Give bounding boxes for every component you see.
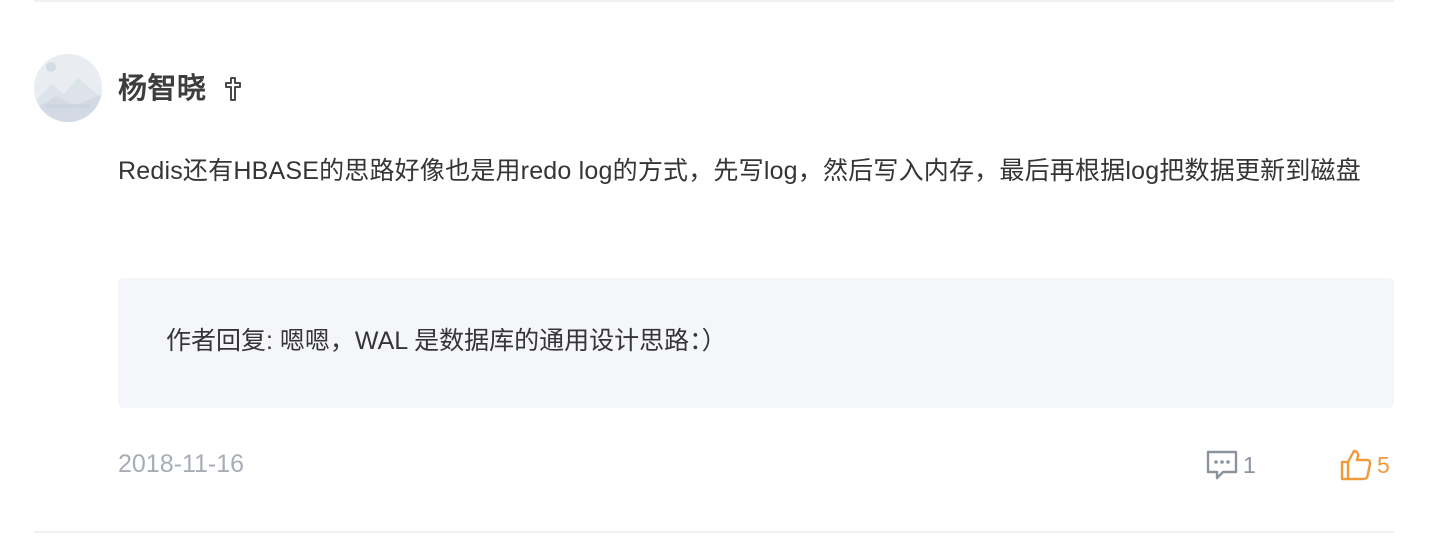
comment-bubble-icon xyxy=(1206,450,1238,480)
reply-count: 1 xyxy=(1243,451,1256,478)
reply-button[interactable]: 1 xyxy=(1205,448,1256,482)
author-reply-box: 作者回复: 嗯嗯，WAL 是数据库的通用设计思路：） xyxy=(118,278,1394,408)
avatar[interactable] xyxy=(34,54,102,122)
comment-date: 2018-11-16 xyxy=(118,450,245,478)
bottom-divider xyxy=(34,531,1394,533)
cross-badge-icon xyxy=(225,77,241,101)
avatar-placeholder-icon xyxy=(34,54,102,122)
author-reply: 作者回复: 嗯嗯，WAL 是数据库的通用设计思路：） xyxy=(166,323,727,359)
like-count: 5 xyxy=(1377,451,1390,478)
comment-text: Redis还有HBASE的思路好像也是用redo log的方式，先写log，然后… xyxy=(118,157,1361,185)
thumbs-up-icon xyxy=(1340,449,1372,481)
author-reply-label: 作者回复: xyxy=(166,327,280,355)
username[interactable]: 杨智晓 xyxy=(118,70,207,108)
like-button[interactable]: 5 xyxy=(1339,447,1390,483)
author-reply-text: 嗯嗯，WAL 是数据库的通用设计思路：） xyxy=(279,327,727,355)
top-divider xyxy=(34,0,1394,2)
